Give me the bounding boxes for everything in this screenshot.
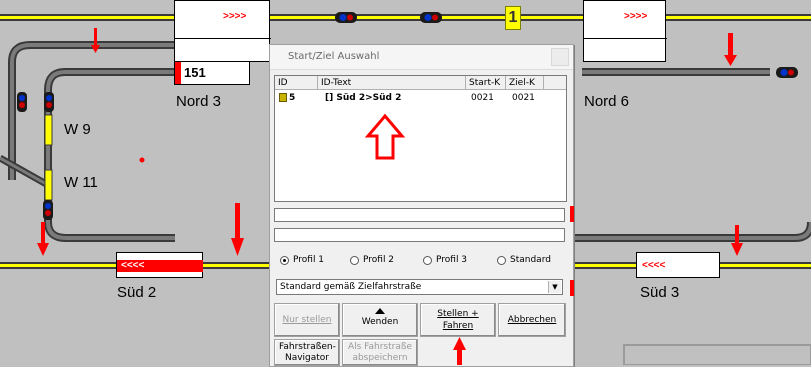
column-header-id-text[interactable]: ID-Text bbox=[318, 76, 466, 90]
station-label-sued2: Süd 2 bbox=[117, 284, 157, 301]
signal-icon[interactable] bbox=[43, 200, 53, 220]
station-label-sued3: Süd 3 bbox=[640, 284, 680, 301]
signal-icon[interactable] bbox=[420, 12, 442, 23]
start-ziel-dialog: Start/Ziel Auswahl ID ID-Text Start-K Zi… bbox=[269, 44, 574, 367]
profile-select[interactable]: Standard gemäß Zielfahrstraße ▼ bbox=[276, 279, 563, 295]
block-nord3[interactable]: 151 bbox=[174, 61, 250, 85]
info-field-1[interactable] bbox=[274, 208, 565, 222]
radio-profil-2[interactable]: Profil 2 bbox=[350, 255, 394, 265]
switch-label-w9: W 9 bbox=[64, 121, 91, 138]
block-number: 151 bbox=[184, 65, 206, 80]
radio-standard[interactable]: Standard bbox=[497, 255, 551, 265]
marker-dot bbox=[139, 157, 145, 163]
up-arrow-icon bbox=[375, 308, 385, 314]
block-sued3[interactable]: <<<< bbox=[636, 252, 720, 278]
nur-stellen-button[interactable]: Nur stellen bbox=[274, 303, 340, 337]
signal-icon[interactable] bbox=[776, 67, 798, 78]
block-top-right[interactable]: >>>> bbox=[583, 0, 667, 62]
dialog-titlebar[interactable]: Start/Ziel Auswahl bbox=[270, 45, 573, 70]
track-number-badge: 1 bbox=[505, 6, 521, 30]
radio-profil-1[interactable]: Profil 1 bbox=[280, 255, 324, 265]
table-row[interactable]: 5 [] Süd 2>Süd 2 0021 0021 bbox=[275, 91, 566, 105]
close-icon[interactable] bbox=[551, 48, 569, 66]
block-top-left[interactable]: >>>> bbox=[174, 0, 271, 85]
navigator-button[interactable]: Fahrstraßen-Navigator bbox=[274, 339, 340, 366]
radio-profil-3[interactable]: Profil 3 bbox=[423, 255, 467, 265]
block-sued2[interactable]: <<<< bbox=[116, 252, 203, 278]
signal-icon[interactable] bbox=[44, 92, 54, 112]
dialog-title: Start/Ziel Auswahl bbox=[288, 51, 380, 62]
abbrechen-button[interactable]: Abbrechen bbox=[498, 303, 566, 337]
wenden-button[interactable]: Wenden bbox=[342, 303, 418, 337]
column-header-ziel-k[interactable]: Ziel-K bbox=[506, 76, 544, 90]
direction-arrows-left: <<<< bbox=[121, 260, 145, 271]
info-field-2[interactable] bbox=[274, 228, 565, 242]
switch-label-w11: W 11 bbox=[64, 174, 98, 191]
route-list[interactable]: ID ID-Text Start-K Ziel-K 5 [] Süd 2>Süd… bbox=[274, 75, 567, 202]
stellen-fahren-button[interactable]: Stellen + Fahren bbox=[420, 303, 496, 337]
route-icon bbox=[279, 93, 287, 102]
direction-arrows-left: <<<< bbox=[642, 260, 666, 271]
save-route-button[interactable]: Als Fahrstraße abspeichern bbox=[342, 339, 418, 366]
station-label-nord6: Nord 6 bbox=[584, 93, 630, 110]
direction-arrows-right: >>>> bbox=[223, 11, 247, 22]
station-label-nord3: Nord 3 bbox=[176, 93, 222, 110]
top-track[interactable] bbox=[0, 14, 811, 21]
column-header-start-k[interactable]: Start-K bbox=[466, 76, 506, 90]
signal-icon[interactable] bbox=[17, 92, 27, 112]
chevron-down-icon[interactable]: ▼ bbox=[548, 281, 561, 293]
signal-icon[interactable] bbox=[335, 12, 357, 23]
column-header-id[interactable]: ID bbox=[275, 76, 318, 90]
direction-arrows-right: >>>> bbox=[624, 11, 648, 22]
